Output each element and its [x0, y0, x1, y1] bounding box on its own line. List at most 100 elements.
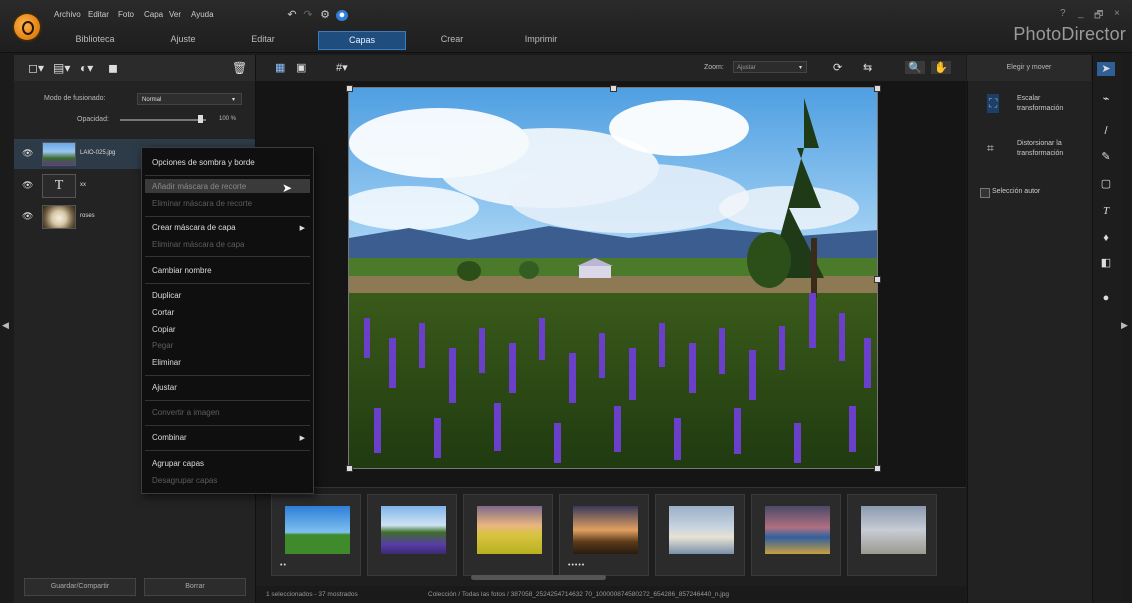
trash-icon[interactable]: 🗑 — [232, 61, 247, 75]
director-zone-icon[interactable]: ● — [336, 10, 348, 21]
tab-ajuste[interactable]: Ajuste — [150, 31, 216, 48]
filmstrip-scrollbar[interactable] — [471, 575, 606, 580]
tab-editar[interactable]: Editar — [238, 31, 288, 48]
menu-item-convert-to-image[interactable]: Convertir a imagen — [152, 408, 220, 417]
tab-imprimir[interactable]: Imprimir — [508, 31, 574, 48]
layer-name: LAIO-025.jpg — [80, 150, 116, 156]
submenu-arrow-icon: ▶ — [299, 435, 305, 442]
settings-icon[interactable]: ⚙ — [319, 10, 331, 21]
eye-icon[interactable]: 👁 — [22, 148, 33, 159]
transform-handle[interactable] — [874, 465, 881, 472]
menu-capa[interactable]: Capa — [144, 10, 163, 19]
transform-handle[interactable] — [346, 85, 353, 92]
distort-transform-icon[interactable]: ⌗ — [987, 141, 994, 156]
layer-name: roses — [80, 213, 95, 219]
tab-crear[interactable]: Crear — [424, 31, 480, 48]
tab-capas[interactable]: Capas — [318, 31, 406, 50]
transform-handle[interactable] — [610, 85, 617, 92]
auto-select-label: Selección autor — [992, 188, 1041, 195]
tab-biblioteca[interactable]: Biblioteca — [60, 31, 130, 48]
gridlines-icon[interactable]: #▾ — [336, 61, 348, 74]
dropper-tool-icon[interactable]: ● — [1097, 291, 1115, 305]
menu-ver[interactable]: Ver — [169, 10, 181, 19]
add-layer-icon[interactable]: ◻▾ — [28, 61, 44, 75]
rectangle-tool-icon[interactable]: ▢ — [1097, 177, 1115, 191]
zoom-tool-icon[interactable]: 🔍 — [905, 61, 925, 74]
filmstrip-thumbnail[interactable] — [751, 494, 841, 576]
menu-item-rename[interactable]: Cambiar nombre — [152, 266, 212, 275]
auto-select-checkbox[interactable] — [980, 188, 990, 198]
fill-tool-icon[interactable]: ♦ — [1097, 231, 1115, 245]
undo-icon[interactable]: ↶ — [286, 10, 298, 21]
collapse-left-icon[interactable]: ◀ — [2, 320, 9, 331]
close-button[interactable]: × — [1114, 8, 1120, 19]
main-photo[interactable] — [348, 87, 878, 469]
transform-handle[interactable] — [874, 276, 881, 283]
mask-icon[interactable]: ◼ — [108, 61, 118, 75]
reset-button[interactable]: Borrar — [144, 578, 246, 596]
menu-item-group-layers[interactable]: Agrupar capas — [152, 459, 204, 468]
distort-transform-option[interactable]: Distorsionar la transformación — [1017, 139, 1079, 159]
thumb-image — [573, 506, 638, 554]
rotate-icon[interactable]: ⟳ — [833, 61, 842, 74]
blend-mode-select[interactable]: Normal ▾ — [137, 93, 242, 105]
scale-transform-icon[interactable]: ⛶ — [987, 94, 1000, 113]
menu-divider — [145, 425, 310, 426]
collapse-right-icon[interactable]: ▶ — [1121, 320, 1128, 331]
layer-list-icon[interactable]: ▤▾ — [53, 61, 70, 75]
filmstrip-thumbnail[interactable] — [367, 494, 457, 576]
menu-item-delete[interactable]: Eliminar — [152, 358, 181, 367]
filmstrip-thumbnail[interactable]: ••••• — [559, 494, 649, 576]
help-button[interactable]: ? — [1060, 8, 1066, 19]
redo-icon[interactable]: ↷ — [302, 10, 314, 21]
eye-icon[interactable]: 👁 — [22, 211, 33, 222]
menu-foto[interactable]: Foto — [118, 10, 134, 19]
menu-archivo[interactable]: Archivo — [54, 10, 81, 19]
menu-item-ungroup-layers[interactable]: Desagrupar capas — [152, 476, 217, 485]
text-layer-icon: T — [42, 174, 76, 198]
gradient-tool-icon[interactable]: ◧ — [1097, 256, 1115, 270]
minimize-button[interactable]: _ — [1078, 8, 1084, 19]
menu-item-remove-layer-mask[interactable]: Eliminar máscara de capa — [152, 240, 244, 249]
menu-item-create-layer-mask[interactable]: Crear máscara de capa — [152, 223, 236, 232]
grid-view-icon[interactable]: ▦ — [275, 61, 285, 74]
scale-transform-option[interactable]: Escalar transformación — [1017, 94, 1077, 114]
zoom-select[interactable]: Ajustar ▾ — [733, 61, 807, 73]
menu-item-adjust[interactable]: Ajustar — [152, 383, 177, 392]
menu-item-shadow-border[interactable]: Opciones de sombra y borde — [152, 158, 255, 167]
menu-item-add-clipping-mask[interactable]: Añadir máscara de recorte — [152, 182, 246, 191]
thumb-image — [477, 506, 542, 554]
menu-editar[interactable]: Editar — [88, 10, 109, 19]
text-tool-icon[interactable]: T — [1097, 204, 1115, 218]
layer-thumbnail — [42, 205, 76, 229]
app-logo-icon[interactable] — [14, 14, 40, 40]
move-tool-icon[interactable]: ➤ — [1097, 62, 1115, 76]
save-share-button[interactable]: Guardar/Compartir — [24, 578, 136, 596]
menu-item-duplicate[interactable]: Duplicar — [152, 291, 181, 300]
filmstrip-thumbnail[interactable] — [847, 494, 937, 576]
transform-handle[interactable] — [874, 85, 881, 92]
opacity-slider-handle[interactable] — [198, 115, 203, 123]
menu-item-merge[interactable]: Combinar — [152, 433, 187, 442]
menu-item-cut[interactable]: Cortar — [152, 308, 174, 317]
flip-icon[interactable]: ⇆ — [863, 61, 872, 74]
selection-count: 1 seleccionados - 37 mostrados — [266, 591, 358, 598]
adjust-layer-icon[interactable]: ◐▾ — [80, 61, 93, 75]
filmstrip-thumbnail[interactable] — [463, 494, 553, 576]
menu-item-copy[interactable]: Copiar — [152, 325, 176, 334]
lasso-tool-icon[interactable]: ⌁ — [1097, 92, 1115, 106]
thumb-image — [381, 506, 446, 554]
single-view-icon[interactable]: ▣ — [296, 61, 306, 74]
opacity-slider[interactable] — [120, 119, 206, 121]
menu-item-paste[interactable]: Pegar — [152, 341, 173, 350]
filmstrip-thumbnail[interactable]: •• — [271, 494, 361, 576]
filmstrip-thumbnail[interactable] — [655, 494, 745, 576]
maximize-button[interactable]: 🗗 — [1094, 8, 1103, 25]
hand-tool-icon[interactable]: ✋ — [931, 61, 951, 74]
menu-item-remove-clipping-mask[interactable]: Eliminar máscara de recorte — [152, 199, 252, 208]
brush-tool-icon[interactable]: / — [1097, 124, 1115, 138]
menu-ayuda[interactable]: Ayuda — [191, 10, 214, 19]
eraser-tool-icon[interactable]: ✎ — [1097, 150, 1115, 164]
eye-icon[interactable]: 👁 — [22, 180, 33, 191]
transform-handle[interactable] — [346, 465, 353, 472]
